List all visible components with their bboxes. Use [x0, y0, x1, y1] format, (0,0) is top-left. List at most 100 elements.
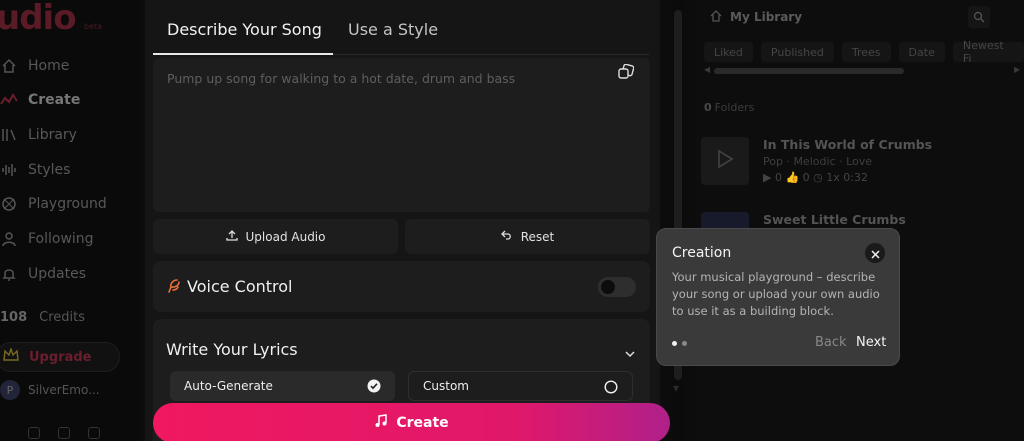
- music-note-icon: [374, 414, 388, 432]
- reset-button[interactable]: Reset: [405, 219, 650, 254]
- instagram-icon[interactable]: [28, 427, 40, 439]
- credits-count: 108: [0, 310, 28, 325]
- prompt-tabs: Describe Your Song Use a Style: [153, 0, 649, 55]
- social-links: [28, 427, 100, 439]
- library-filters: Liked Published Trees Date Newest Fi: [704, 39, 1024, 65]
- create-icon: [0, 91, 18, 109]
- credits-label: Credits: [39, 310, 86, 325]
- random-prompt-button[interactable]: [616, 63, 636, 84]
- filter-published[interactable]: Published: [760, 42, 834, 62]
- user-menu[interactable]: P SilverEmo...: [0, 380, 100, 400]
- avatar: P: [0, 380, 20, 400]
- popover-close-button[interactable]: [865, 243, 885, 263]
- upload-icon: [225, 229, 238, 244]
- lyrics-title: Write Your Lyrics: [166, 340, 298, 359]
- track-title[interactable]: In This World of Crumbs: [763, 137, 932, 152]
- sidebar-item-label: Home: [28, 58, 70, 74]
- sidebar-item-create[interactable]: Create: [0, 89, 80, 111]
- undo-icon: [500, 229, 513, 244]
- scroll-right-icon[interactable]: ▶: [1014, 65, 1020, 74]
- lyrics-option-auto-generate[interactable]: Auto-Generate: [170, 371, 395, 401]
- beta-badge: beta: [84, 22, 103, 31]
- chevron-down-icon[interactable]: [624, 343, 636, 362]
- close-icon: [870, 244, 880, 263]
- lyrics-option-custom[interactable]: Custom: [408, 371, 633, 401]
- scroll-left-icon[interactable]: ◀: [704, 65, 710, 74]
- song-description-input[interactable]: Pump up song for walking to a hot date, …: [153, 58, 650, 212]
- upgrade-button[interactable]: Upgrade: [0, 342, 120, 372]
- sidebar-item-label: Styles: [28, 162, 71, 178]
- folders-count[interactable]: 0 Folders: [704, 101, 754, 114]
- sidebar-item-label: Library: [28, 127, 77, 143]
- option-label: Auto-Generate: [184, 379, 273, 393]
- credits: 108 Credits: [0, 310, 85, 325]
- filters-scrollbar-thumb[interactable]: [714, 68, 904, 74]
- sidebar-item-label: Create: [28, 92, 81, 108]
- sidebar-item-label: Updates: [28, 266, 86, 282]
- folders-number: 0: [704, 101, 712, 114]
- library-search-button[interactable]: [968, 6, 990, 28]
- playground-icon: [0, 195, 18, 213]
- styles-icon: [0, 161, 18, 179]
- upload-audio-label: Upload Audio: [245, 229, 326, 244]
- popover-back-button[interactable]: Back: [815, 335, 847, 350]
- filters-scrollbar[interactable]: ◀ ▶: [704, 65, 1024, 75]
- track-tags: Pop · Melodic · Love: [763, 155, 873, 168]
- upload-audio-button[interactable]: Upload Audio: [153, 219, 398, 254]
- option-label: Custom: [423, 379, 469, 393]
- create-panel: Describe Your Song Use a Style Pump up s…: [145, 0, 660, 441]
- sidebar-item-home[interactable]: Home: [0, 55, 69, 77]
- sidebar-item-playground[interactable]: Playground: [0, 193, 107, 215]
- track-title[interactable]: Sweet Little Crumbs: [763, 212, 906, 227]
- library-panel: My Library Liked Published Trees Date Ne…: [696, 0, 1024, 441]
- play-icon: [716, 149, 734, 173]
- sidebar-item-styles[interactable]: Styles: [0, 159, 70, 181]
- library-icon: [0, 126, 18, 144]
- scroll-down-icon[interactable]: ▼: [673, 384, 679, 393]
- filter-sort[interactable]: Newest Fi: [952, 39, 1024, 65]
- discord-icon[interactable]: [58, 427, 70, 439]
- sidebar-item-following[interactable]: Following: [0, 228, 94, 250]
- bell-icon: [0, 265, 18, 283]
- filter-liked[interactable]: Liked: [704, 42, 753, 62]
- tab-use-a-style[interactable]: Use a Style: [348, 20, 438, 39]
- create-label: Create: [396, 415, 449, 431]
- track-stats: ▶ 0 👍 0 ◷ 1x 0:32: [763, 171, 868, 184]
- sidebar-item-library[interactable]: Library: [0, 124, 77, 146]
- popover-next-button[interactable]: Next: [856, 335, 886, 350]
- sidebar-item-updates[interactable]: Updates: [0, 263, 86, 285]
- reset-label: Reset: [520, 229, 555, 244]
- radio-empty-icon: [604, 380, 618, 397]
- filter-trees[interactable]: Trees: [841, 42, 891, 62]
- sidebar-item-label: Following: [28, 231, 94, 247]
- step-dot: [682, 341, 687, 346]
- logo[interactable]: udio: [0, 0, 77, 38]
- home-icon: [710, 9, 722, 25]
- library-title: My Library: [730, 10, 803, 24]
- track-thumbnail[interactable]: [701, 137, 749, 185]
- active-tab-indicator: [153, 53, 333, 55]
- popover-body: Your musical playground – describe your …: [672, 270, 880, 318]
- popover-title: Creation: [672, 245, 732, 261]
- voice-control-icon: [167, 278, 181, 298]
- create-button[interactable]: Create: [153, 403, 670, 441]
- check-circle-icon: [367, 379, 381, 396]
- user-name: SilverEmo...: [28, 383, 100, 397]
- sidebar-item-label: Playground: [28, 196, 107, 212]
- folders-label: Folders: [714, 101, 755, 114]
- step-indicator: [672, 341, 687, 346]
- voice-control-toggle[interactable]: [598, 277, 636, 297]
- voice-control-section: Voice Control: [153, 261, 650, 312]
- home-icon: [0, 57, 18, 75]
- filter-date[interactable]: Date: [898, 42, 945, 62]
- crown-icon: [3, 346, 19, 366]
- following-icon: [0, 230, 18, 248]
- tab-describe-your-song[interactable]: Describe Your Song: [167, 20, 322, 39]
- app-root: udio beta Home Create Library Styles Pla…: [0, 0, 1024, 441]
- description-placeholder: Pump up song for walking to a hot date, …: [167, 71, 516, 86]
- sidebar: udio beta Home Create Library Styles Pla…: [0, 0, 140, 441]
- dice-icon: [618, 63, 635, 84]
- tiktok-icon[interactable]: [88, 427, 100, 439]
- upgrade-label: Upgrade: [29, 349, 92, 365]
- search-icon: [973, 8, 985, 27]
